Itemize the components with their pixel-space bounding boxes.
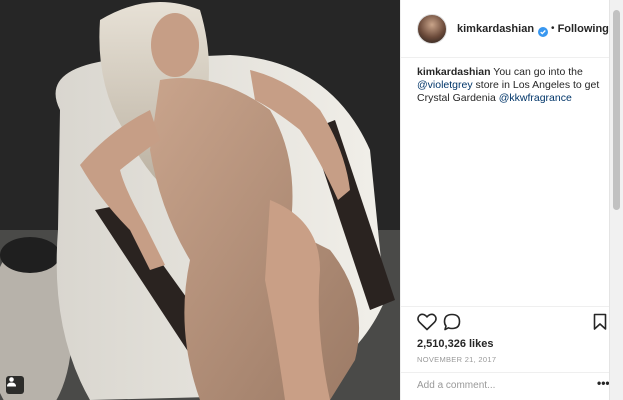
more-options-button[interactable]: ••• [597, 376, 610, 390]
action-bar [415, 313, 611, 335]
caption-text: You can go into the [490, 66, 583, 78]
like-count[interactable]: 2,510,326 likes [417, 338, 493, 350]
bookmark-icon[interactable] [593, 313, 607, 336]
photo-illustration [0, 0, 400, 400]
post-photo[interactable] [0, 0, 400, 400]
user-tag-icon[interactable] [6, 376, 24, 394]
comment-bubble-icon[interactable] [443, 313, 461, 336]
post-details-panel: kimkardashian • Following kimkardashian … [400, 0, 611, 400]
divider [401, 306, 611, 307]
following-button[interactable]: Following [558, 23, 609, 35]
username-link[interactable]: kimkardashian [457, 23, 534, 35]
mention-link[interactable]: @kkwfragrance [499, 92, 572, 104]
mention-link[interactable]: @violetgrey [417, 79, 473, 91]
post-caption: kimkardashian You can go into the @viole… [417, 66, 602, 105]
scrollbar-thumb[interactable] [613, 10, 620, 210]
heart-icon[interactable] [417, 313, 437, 336]
verified-badge-icon [538, 24, 549, 37]
avatar[interactable] [417, 13, 447, 44]
scrollbar[interactable] [609, 0, 623, 400]
divider [401, 372, 611, 373]
post-date[interactable]: NOVEMBER 21, 2017 [417, 355, 496, 364]
separator-dot: • [551, 23, 555, 34]
comment-input[interactable]: Add a comment... [417, 380, 495, 391]
post-header: kimkardashian • Following [401, 0, 611, 58]
caption-username[interactable]: kimkardashian [417, 66, 491, 78]
